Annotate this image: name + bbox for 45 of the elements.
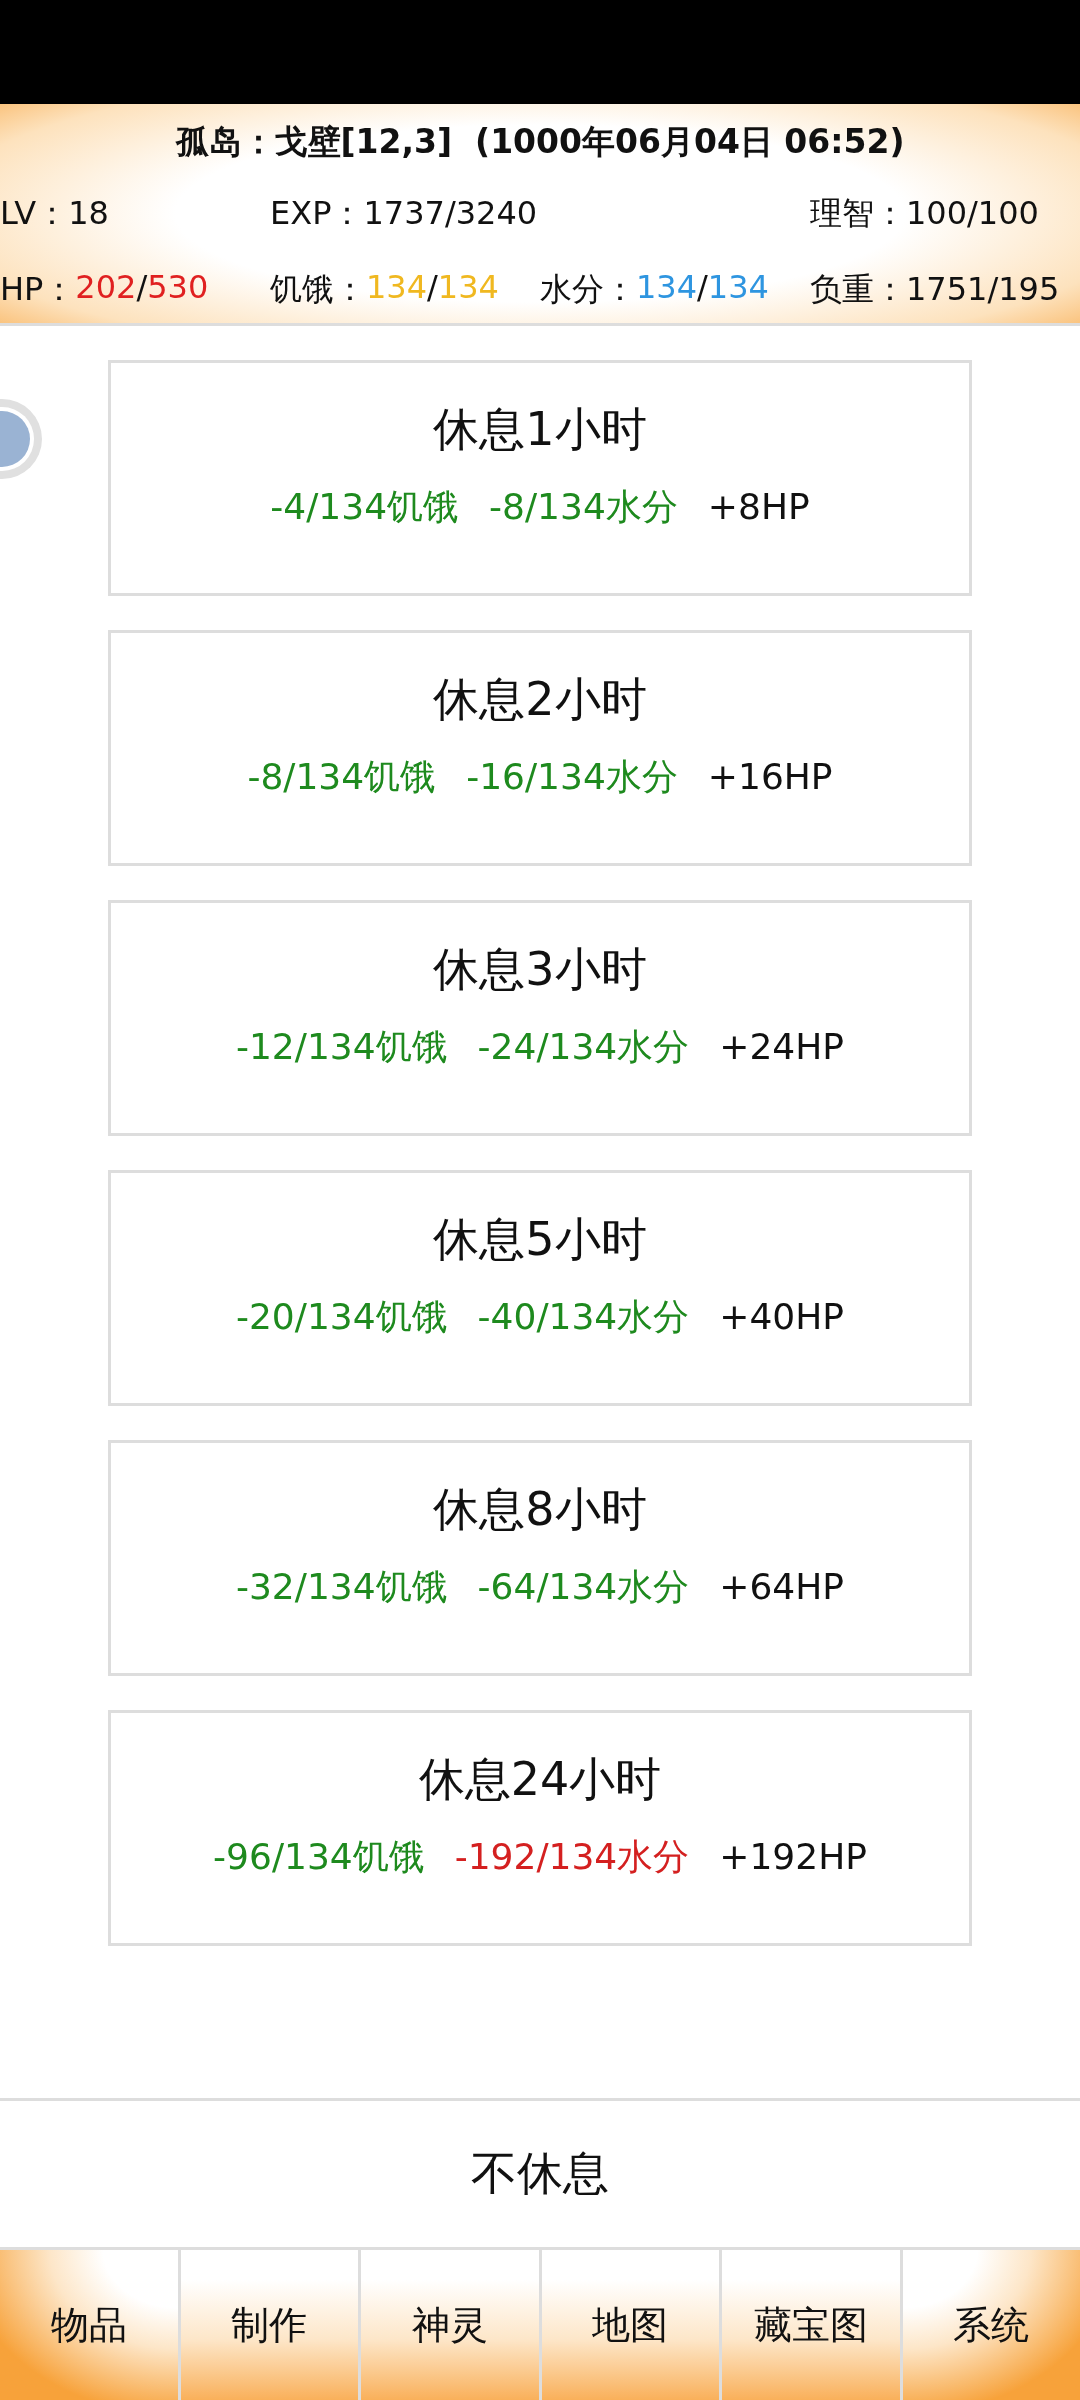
effect-text: +40HP (719, 1295, 844, 1339)
effect-text: -8/134饥饿 (247, 755, 437, 799)
nav-tab[interactable]: 藏宝图 (719, 2250, 900, 2400)
effect-text: +64HP (719, 1565, 844, 1609)
effect-text: -96/134饥饿 (213, 1835, 425, 1879)
stat-text: 水分：134/134 (540, 268, 770, 310)
nav-tab[interactable]: 神灵 (358, 2250, 539, 2400)
stat-text: LV：18 (0, 193, 110, 234)
rest-option-card[interactable]: 休息24小时 -96/134饥饿 -192/134水分 +192HP (108, 1710, 972, 1946)
stat-text: EXP：1737/3240 (270, 193, 539, 234)
effect-text: +8HP (707, 485, 810, 529)
nav-tab[interactable]: 地图 (538, 2250, 719, 2400)
stat-text: 负重：1751/195 (810, 269, 1061, 310)
effect-text: +24HP (719, 1025, 844, 1069)
stat-text: 饥饿：134/134 (270, 268, 500, 310)
effect-text: -40/134水分 (477, 1295, 690, 1339)
effect-text: -64/134水分 (477, 1565, 690, 1609)
stat-text: HP：202/530 (0, 268, 210, 310)
effect-text: -16/134水分 (466, 755, 678, 799)
no-rest-button[interactable]: 不休息 (0, 2098, 1080, 2250)
nav-tab[interactable]: 物品 (0, 2250, 178, 2400)
nav-tab[interactable]: 系统 (899, 2250, 1080, 2400)
rest-duration: 休息5小时 (433, 1211, 647, 1267)
effect-text: -192/134水分 (454, 1835, 690, 1879)
rest-option-card[interactable]: 休息5小时 -20/134饥饿 -40/134水分 +40HP (108, 1170, 972, 1406)
nav-tab[interactable]: 制作 (177, 2250, 358, 2400)
effect-text: -12/134饥饿 (235, 1025, 448, 1069)
rest-duration: 休息24小时 (418, 1751, 662, 1807)
effect-text: -20/134饥饿 (235, 1295, 448, 1339)
rest-duration: 休息3小时 (433, 941, 647, 997)
location-title: 孤岛：戈壁[12,3] (1000年06月04日 06:52) (174, 121, 906, 163)
rest-duration: 休息1小时 (433, 401, 647, 457)
rest-duration: 休息8小时 (433, 1481, 647, 1537)
effect-text: -32/134饥饿 (235, 1565, 448, 1609)
rest-option-card[interactable]: 休息8小时 -32/134饥饿 -64/134水分 +64HP (108, 1440, 972, 1676)
rest-duration: 休息2小时 (433, 671, 647, 727)
effect-text: -24/134水分 (477, 1025, 690, 1069)
rest-option-card[interactable]: 休息1小时 -4/134饥饿 -8/134水分 +8HP (108, 360, 972, 596)
rest-option-card[interactable]: 休息3小时 -12/134饥饿 -24/134水分 +24HP (108, 900, 972, 1136)
effect-text: -4/134饥饿 (270, 485, 460, 529)
stat-text: 理智：100/100 (810, 193, 1040, 234)
effect-text: +16HP (707, 755, 833, 799)
effect-text: -8/134水分 (489, 485, 678, 529)
effect-text: +192HP (719, 1835, 867, 1879)
rest-option-card[interactable]: 休息2小时 -8/134饥饿 -16/134水分 +16HP (108, 630, 972, 866)
